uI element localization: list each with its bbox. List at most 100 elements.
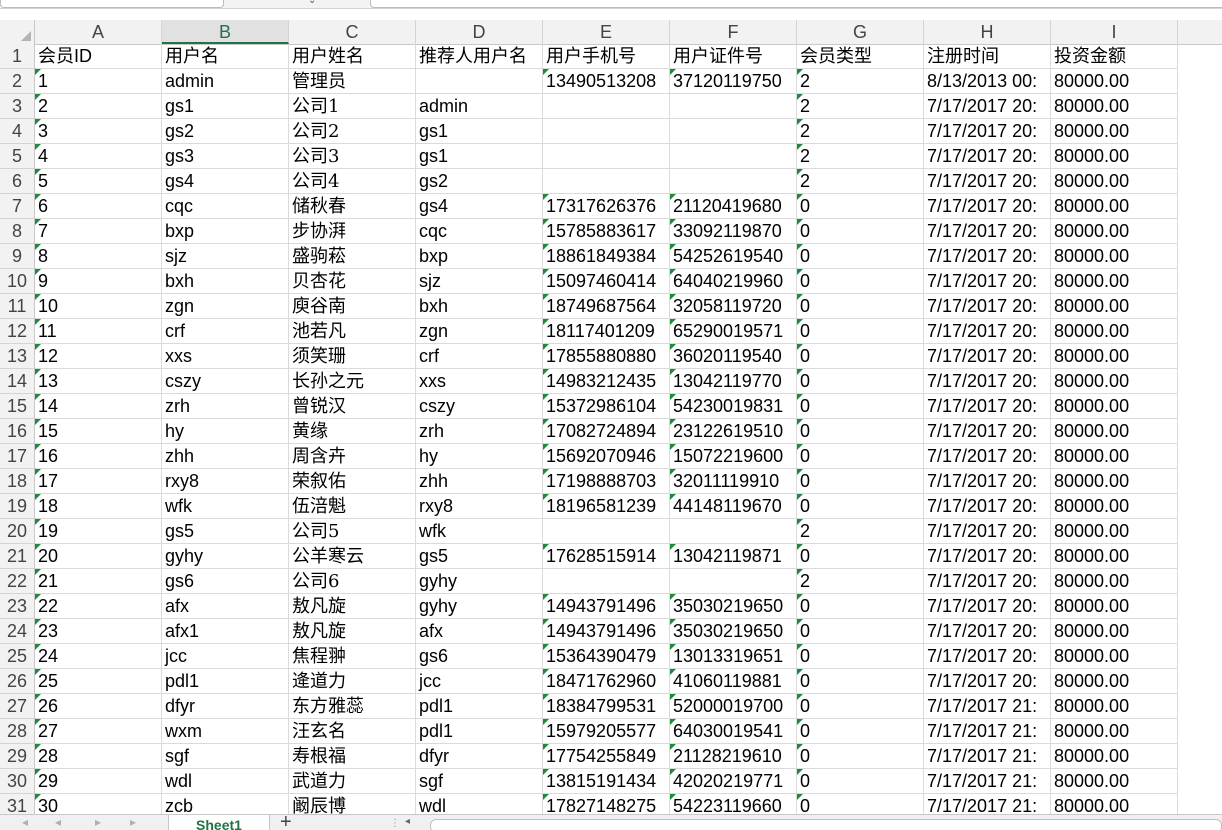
table-cell[interactable]: 0	[797, 544, 924, 569]
table-cell[interactable]: bxh	[416, 294, 543, 319]
table-cell[interactable]: 2	[797, 119, 924, 144]
row-header[interactable]: 29	[0, 744, 34, 769]
table-cell[interactable]: 35030219650	[670, 619, 797, 644]
row-header[interactable]: 14	[0, 369, 34, 394]
table-cell[interactable]: 80000.00	[1051, 194, 1178, 219]
column-header-f[interactable]: F	[670, 20, 797, 44]
table-cell[interactable]: admin	[416, 94, 543, 119]
table-cell[interactable]: 公司3	[289, 144, 416, 169]
row-header[interactable]: 2	[0, 69, 34, 94]
table-cell[interactable]: 18749687564	[543, 294, 670, 319]
table-cell[interactable]: 贝杏花	[289, 269, 416, 294]
table-cell[interactable]: 7/17/2017 20:	[924, 544, 1051, 569]
table-cell[interactable]: gs2	[162, 119, 289, 144]
table-cell[interactable]: 17317626376	[543, 194, 670, 219]
table-cell[interactable]: 管理员	[289, 69, 416, 94]
table-cell[interactable]: 9	[35, 269, 162, 294]
table-cell[interactable]: 21120419680	[670, 194, 797, 219]
table-cell[interactable]: 14943791496	[543, 594, 670, 619]
table-cell[interactable]: 15785883617	[543, 219, 670, 244]
table-cell[interactable]: 13042119871	[670, 544, 797, 569]
table-cell[interactable]: sgf	[416, 769, 543, 794]
table-cell[interactable]: bxp	[416, 244, 543, 269]
table-cell[interactable]: 80000.00	[1051, 119, 1178, 144]
column-header-g[interactable]: G	[797, 20, 924, 44]
table-cell[interactable]: 80000.00	[1051, 294, 1178, 319]
table-cell[interactable]: 18384799531	[543, 694, 670, 719]
table-cell[interactable]: 7	[35, 219, 162, 244]
table-cell[interactable]: 44148119670	[670, 494, 797, 519]
table-cell[interactable]: gyhy	[416, 594, 543, 619]
prev-sheet-icon[interactable]: ◂	[55, 815, 61, 829]
table-cell[interactable]: gs1	[416, 119, 543, 144]
table-cell[interactable]: zgn	[416, 319, 543, 344]
table-cell[interactable]: 17082724894	[543, 419, 670, 444]
column-header-c[interactable]: C	[289, 20, 416, 44]
table-cell[interactable]: 80000.00	[1051, 319, 1178, 344]
table-cell[interactable]: 18	[35, 494, 162, 519]
row-header[interactable]: 8	[0, 219, 34, 244]
table-cell[interactable]: gs4	[162, 169, 289, 194]
table-cell[interactable]: 7/17/2017 21:	[924, 744, 1051, 769]
table-cell[interactable]: 7/17/2017 20:	[924, 169, 1051, 194]
table-cell[interactable]: bxp	[162, 219, 289, 244]
table-cell[interactable]: 0	[797, 244, 924, 269]
header-cell[interactable]: 用户姓名	[289, 44, 416, 69]
row-header[interactable]: 1	[0, 44, 34, 69]
table-cell[interactable]: zhh	[416, 469, 543, 494]
table-cell[interactable]: 80000.00	[1051, 569, 1178, 594]
table-cell[interactable]: gs3	[162, 144, 289, 169]
table-cell[interactable]: 0	[797, 494, 924, 519]
table-cell[interactable]: 2	[797, 94, 924, 119]
table-cell[interactable]: 18196581239	[543, 494, 670, 519]
column-header-h[interactable]: H	[924, 20, 1051, 44]
column-header-d[interactable]: D	[416, 20, 543, 44]
table-cell[interactable]: 17855880880	[543, 344, 670, 369]
row-header[interactable]: 22	[0, 569, 34, 594]
table-cell[interactable]: gs5	[416, 544, 543, 569]
table-cell[interactable]: zhh	[162, 444, 289, 469]
table-cell[interactable]: 8/13/2013 00:	[924, 69, 1051, 94]
table-cell[interactable]: 0	[797, 419, 924, 444]
table-cell[interactable]: 35030219650	[670, 594, 797, 619]
table-cell[interactable]: 14	[35, 394, 162, 419]
name-box[interactable]	[0, 0, 224, 8]
table-cell[interactable]: 80000.00	[1051, 669, 1178, 694]
table-cell[interactable]: sjz	[416, 269, 543, 294]
table-cell[interactable]: 80000.00	[1051, 594, 1178, 619]
table-cell[interactable]: 25	[35, 669, 162, 694]
table-cell[interactable]	[670, 169, 797, 194]
table-cell[interactable]: 0	[797, 619, 924, 644]
next-sheet-icon[interactable]: ▸	[95, 815, 101, 829]
table-cell[interactable]: xxs	[162, 344, 289, 369]
table-cell[interactable]: 池若凡	[289, 319, 416, 344]
table-cell[interactable]: 6	[35, 194, 162, 219]
table-cell[interactable]: 27	[35, 719, 162, 744]
table-cell[interactable]: 80000.00	[1051, 519, 1178, 544]
table-cell[interactable]: 5	[35, 169, 162, 194]
table-cell[interactable]: 37120119750	[670, 69, 797, 94]
table-cell[interactable]: 80000.00	[1051, 644, 1178, 669]
header-cell[interactable]: 会员ID	[35, 44, 162, 69]
table-cell[interactable]: pdl1	[162, 669, 289, 694]
table-cell[interactable]: 0	[797, 194, 924, 219]
table-cell[interactable]: 7/17/2017 20:	[924, 319, 1051, 344]
table-cell[interactable]: 7/17/2017 20:	[924, 244, 1051, 269]
row-header[interactable]: 10	[0, 269, 34, 294]
table-cell[interactable]: 15072219600	[670, 444, 797, 469]
table-cell[interactable]: 7/17/2017 20:	[924, 644, 1051, 669]
table-cell[interactable]: 2	[35, 94, 162, 119]
table-cell[interactable]: 7/17/2017 20:	[924, 569, 1051, 594]
table-cell[interactable]: 焦程翀	[289, 644, 416, 669]
header-cell[interactable]: 用户证件号	[670, 44, 797, 69]
table-cell[interactable]: 敖凡旋	[289, 619, 416, 644]
table-cell[interactable]: 19	[35, 519, 162, 544]
table-cell[interactable]: 80000.00	[1051, 369, 1178, 394]
table-cell[interactable]: 7/17/2017 20:	[924, 269, 1051, 294]
table-cell[interactable]: 24	[35, 644, 162, 669]
table-cell[interactable]: 2	[797, 569, 924, 594]
row-header[interactable]: 6	[0, 169, 34, 194]
table-cell[interactable]: 公司6	[289, 569, 416, 594]
row-header[interactable]: 5	[0, 144, 34, 169]
table-cell[interactable]: 周含卉	[289, 444, 416, 469]
